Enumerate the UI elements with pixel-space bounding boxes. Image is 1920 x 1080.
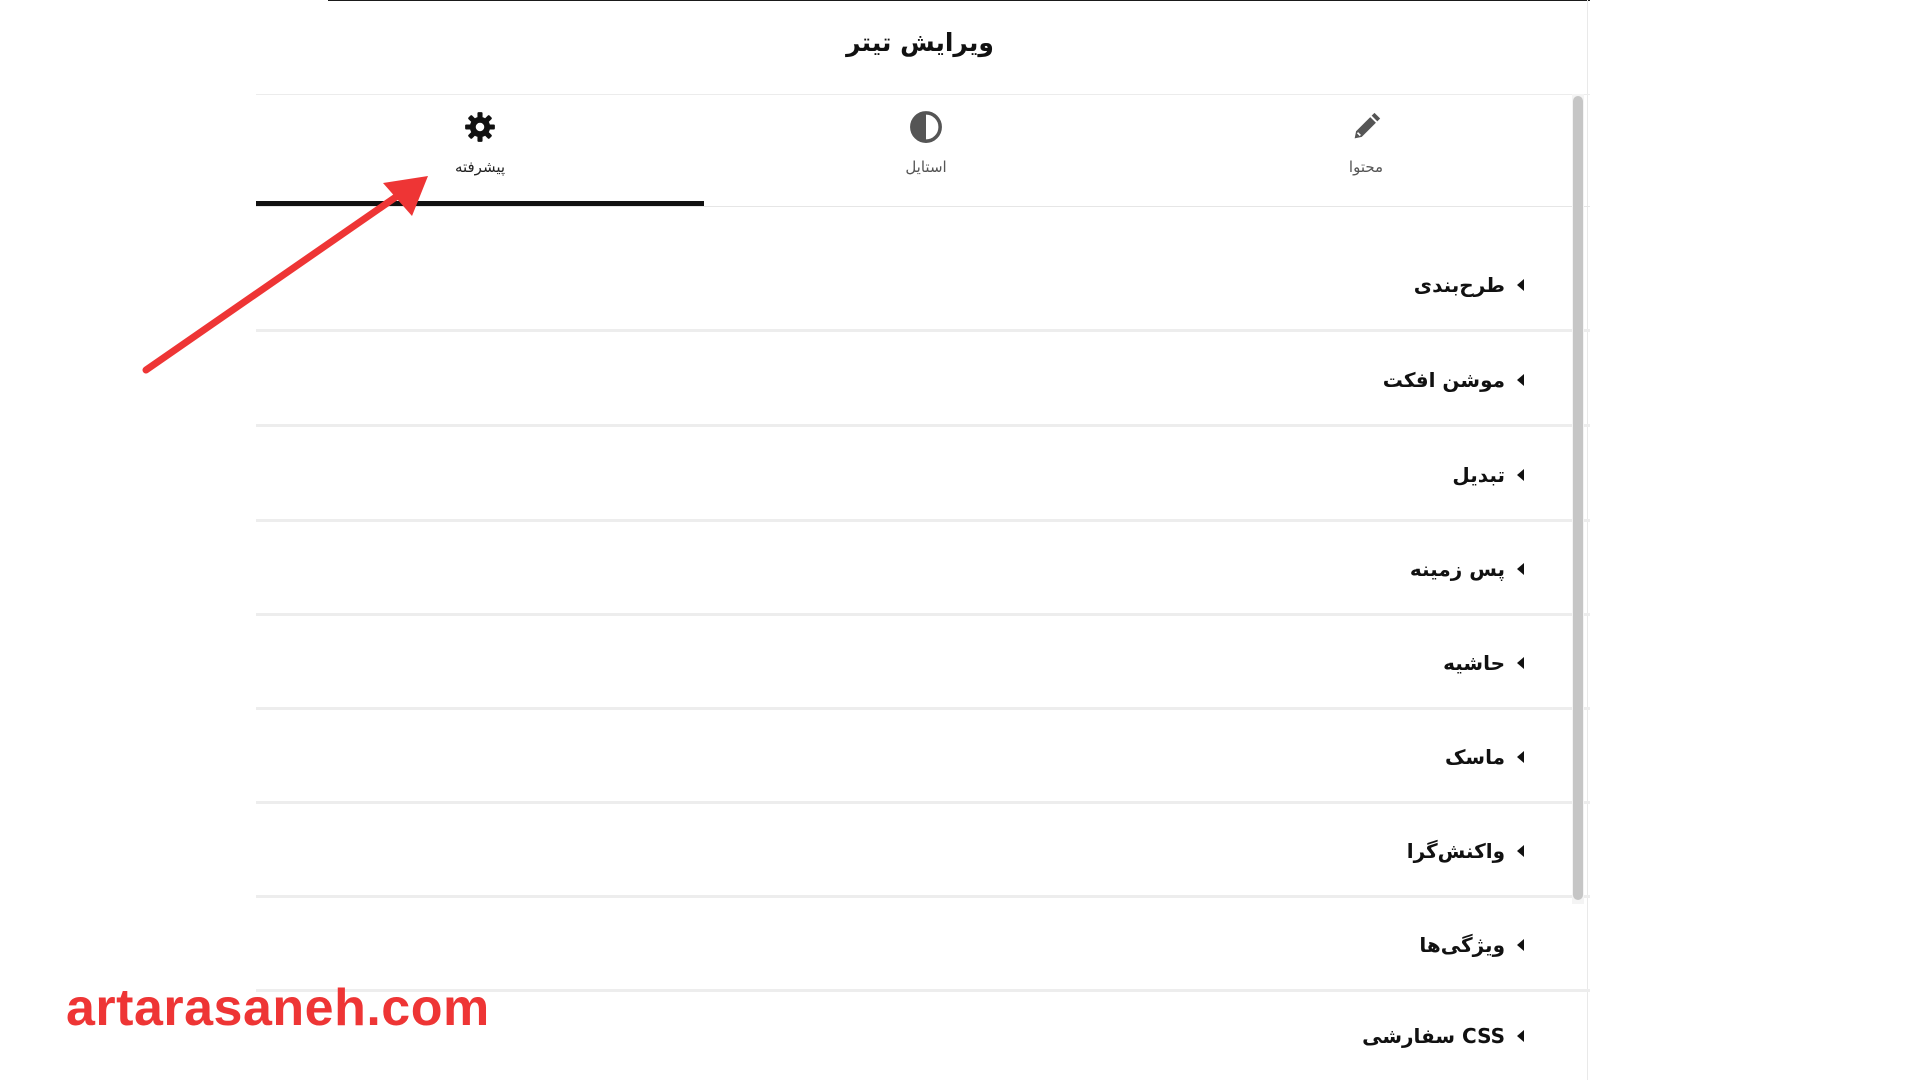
section-label: پس زمینه <box>1409 557 1505 581</box>
section-label: CSS سفارشی <box>1362 1024 1505 1048</box>
section-mask[interactable]: ماسک <box>256 710 1590 804</box>
top-border <box>328 0 1590 1</box>
caret-left-icon <box>1517 469 1524 481</box>
section-background[interactable]: پس زمینه <box>256 522 1590 616</box>
tab-advanced[interactable]: پیشرفته <box>380 110 580 190</box>
section-border[interactable]: حاشیه <box>256 616 1590 710</box>
tabs-divider <box>256 206 1590 207</box>
section-label: حاشیه <box>1443 651 1505 675</box>
caret-left-icon <box>1517 279 1524 291</box>
elementor-editor-panel: ویرایش تیتر محتوا استایل <box>0 0 1920 1080</box>
header-divider <box>256 94 1590 95</box>
pencil-icon <box>1354 112 1381 139</box>
caret-left-icon <box>1517 563 1524 575</box>
section-responsive[interactable]: واکنش‌گرا <box>256 804 1590 898</box>
half-circle-icon <box>910 111 942 143</box>
section-label: طرح‌بندی <box>1413 273 1505 297</box>
section-label: موشن افکت <box>1382 368 1505 392</box>
section-label: تبدیل <box>1452 463 1505 487</box>
caret-left-icon <box>1517 751 1524 763</box>
panel-right-border <box>1587 0 1588 1080</box>
caret-left-icon <box>1517 845 1524 857</box>
caret-left-icon <box>1517 939 1524 951</box>
caret-left-icon <box>1517 374 1524 386</box>
watermark-text: artarasaneh.com <box>66 979 490 1037</box>
scrollbar-thumb[interactable] <box>1573 96 1583 900</box>
panel-title: ویرایش تیتر <box>846 28 994 57</box>
section-divider <box>256 329 1590 332</box>
section-label: واکنش‌گرا <box>1406 839 1505 863</box>
caret-left-icon <box>1517 657 1524 669</box>
tab-style[interactable]: استایل <box>826 110 1026 190</box>
section-motion-effects[interactable]: موشن افکت <box>256 333 1590 427</box>
tab-content[interactable]: محتوا <box>1266 110 1466 190</box>
section-layout[interactable]: طرح‌بندی <box>256 238 1590 332</box>
caret-left-icon <box>1517 1030 1524 1042</box>
tab-style-label: استایل <box>905 158 947 176</box>
tab-advanced-label: پیشرفته <box>454 158 506 176</box>
section-label: ماسک <box>1444 745 1505 769</box>
tab-content-label: محتوا <box>1348 158 1384 176</box>
section-divider <box>256 424 1590 427</box>
section-transform[interactable]: تبدیل <box>256 428 1590 522</box>
section-label: ویژگی‌ها <box>1419 933 1505 957</box>
gear-icon <box>465 112 495 142</box>
